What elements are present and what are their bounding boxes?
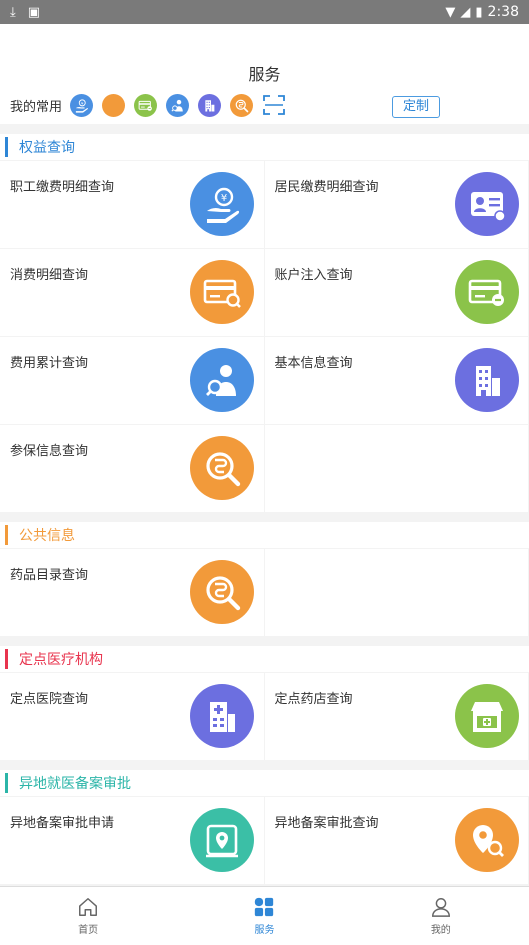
service-item-label: 消费明细查询 — [10, 268, 89, 283]
section-grid: 职工缴费明细查询 ¥ 居民缴费明细查询消费明细查询 账户注入查询费用累计查询 基本信息查… — [0, 161, 529, 513]
tab-mine-label: 我的 — [430, 925, 451, 936]
card-search-icon — [190, 260, 254, 324]
section-title: 权益查询 — [19, 140, 75, 156]
service-item[interactable]: 基本信息查询 — [264, 337, 528, 424]
empty-cell — [264, 425, 528, 512]
section-header: 公共信息 — [0, 522, 529, 548]
service-item[interactable]: 居民缴费明细查询 — [264, 161, 528, 248]
service-item-label: 费用累计查询 — [10, 356, 89, 371]
header: 服务 — [0, 24, 529, 86]
building-icon — [454, 348, 519, 412]
favorites-bar: 我的常用 ¥ 定制 — [0, 86, 529, 124]
svg-text:¥: ¥ — [81, 101, 84, 105]
map-pin-icon — [190, 808, 254, 872]
section-title: 定点医疗机构 — [19, 652, 103, 668]
customize-button[interactable]: 定制 — [392, 96, 440, 118]
building-icon[interactable] — [198, 93, 222, 117]
section-grid: 药品目录查询 — [0, 549, 529, 637]
service-item-label: 账户注入查询 — [274, 268, 353, 283]
empty-cell — [264, 549, 528, 636]
section-header: 定点医疗机构 — [0, 646, 529, 672]
status-time: 2:38 — [487, 4, 519, 20]
section-header: 权益查询 — [0, 134, 529, 160]
section-grid: 异地备案审批申请 异地备案审批查询 — [0, 797, 529, 885]
service-item-label: 定点医院查询 — [10, 692, 89, 707]
section-grid: 定点医院查询 定点药店查询 — [0, 673, 529, 761]
service-item[interactable]: 异地备案审批申请 — [0, 797, 264, 884]
home-icon — [79, 898, 98, 916]
favorites-label: 我的常用 — [10, 99, 63, 115]
service-item[interactable]: 定点药店查询 — [264, 673, 528, 760]
pharmacy-icon — [454, 684, 519, 748]
service-item-label: 基本信息查询 — [274, 356, 353, 371]
svg-text:¥: ¥ — [221, 193, 227, 204]
download-icon: ⤓ — [10, 4, 16, 20]
scan-icon[interactable] — [262, 94, 286, 116]
card-icon[interactable] — [102, 93, 126, 117]
tab-bar: 首页 服务 我的 — [0, 886, 529, 945]
section-title: 公共信息 — [19, 528, 75, 544]
wifi-icon: ▼ — [445, 4, 456, 20]
section-accent-bar — [5, 137, 8, 157]
user-search-icon — [190, 348, 254, 412]
service-item[interactable]: 职工缴费明细查询 ¥ — [0, 161, 264, 248]
service-item[interactable]: 定点医院查询 — [0, 673, 264, 760]
page-title: 服务 — [248, 65, 281, 84]
service-item[interactable]: 账户注入查询 — [264, 249, 528, 336]
magnifier-icon — [190, 436, 254, 500]
card-plus-icon[interactable] — [134, 93, 158, 117]
tab-mine[interactable]: 我的 — [353, 887, 529, 945]
service-item-label: 居民缴费明细查询 — [274, 180, 379, 195]
magnifier-icon[interactable] — [230, 93, 254, 117]
section-accent-bar — [5, 649, 8, 669]
user-icon — [431, 898, 450, 917]
service-item-label: 异地备案审批申请 — [10, 816, 115, 831]
user-search-icon[interactable] — [166, 93, 190, 117]
tab-home[interactable]: 首页 — [0, 887, 176, 945]
image-icon: ▣ — [27, 4, 41, 20]
status-bar: ⤓ ▣ ▼ ◢ ▮ 2:38 — [0, 0, 529, 24]
service-item[interactable]: 费用累计查询 — [0, 337, 264, 424]
magnifier-icon — [190, 560, 254, 624]
service-item[interactable]: 参保信息查询 — [0, 425, 264, 512]
tab-services-label: 服务 — [254, 925, 275, 936]
service-item-label: 参保信息查询 — [10, 444, 89, 459]
section-title: 异地就医备案审批 — [19, 776, 131, 792]
signal-icon: ◢ — [460, 4, 471, 20]
service-item[interactable]: 药品目录查询 — [0, 549, 264, 636]
tab-services[interactable]: 服务 — [176, 887, 352, 945]
battery-icon: ▮ — [475, 4, 483, 20]
grid-icon — [255, 897, 274, 917]
hospital-icon — [190, 684, 254, 748]
service-item-label: 职工缴费明细查询 — [10, 180, 115, 195]
section-accent-bar — [5, 773, 8, 793]
service-item[interactable]: 异地备案审批查询 — [264, 797, 528, 884]
service-item-label: 药品目录查询 — [10, 568, 89, 583]
tab-home-label: 首页 — [78, 925, 99, 936]
section-accent-bar — [5, 525, 8, 545]
section-header: 异地就医备案审批 — [0, 770, 529, 796]
card-plus-icon — [454, 260, 519, 324]
hand-coin-icon: ¥ — [190, 172, 254, 236]
service-item-label: 定点药店查询 — [274, 692, 353, 707]
map-search-icon — [454, 808, 519, 872]
hand-coin-icon[interactable]: ¥ — [70, 93, 94, 117]
service-item-label: 异地备案审批查询 — [274, 816, 379, 831]
id-card-icon — [454, 172, 519, 236]
service-item[interactable]: 消费明细查询 — [0, 249, 264, 336]
